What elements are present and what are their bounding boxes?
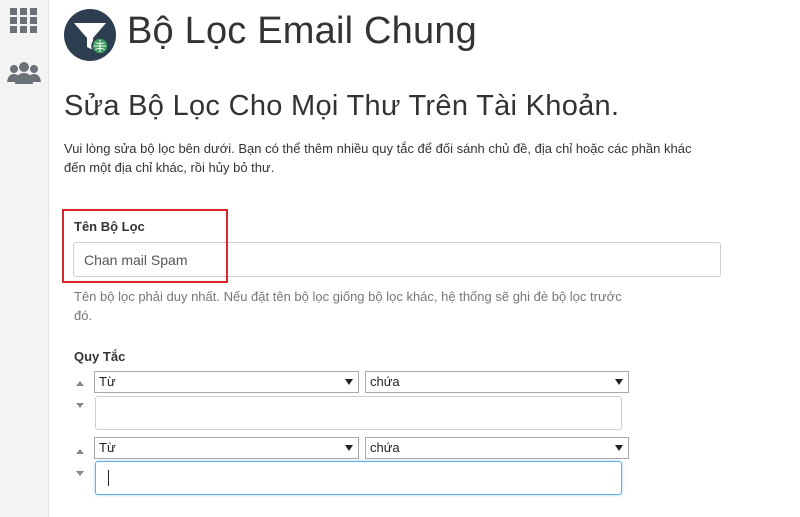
rule-value-input[interactable]	[95, 396, 622, 430]
help-line: đó.	[74, 308, 93, 323]
chevron-down-icon	[615, 445, 623, 451]
rule-reorder-handle[interactable]	[76, 375, 88, 415]
email-filter-icon	[63, 8, 117, 62]
description-line: Vui lòng sửa bộ lọc bên dưới. Bạn có thể…	[64, 141, 692, 156]
chevron-down-icon	[345, 379, 353, 385]
highlight-box	[62, 209, 228, 283]
rules-label: Quy Tắc	[74, 349, 126, 364]
rule-field-select[interactable]: Từ	[94, 437, 359, 459]
rule-field-value: Từ	[99, 374, 116, 389]
chevron-down-icon	[615, 379, 623, 385]
filter-name-help: Tên bộ lọc phải duy nhất. Nếu đặt tên bộ…	[74, 287, 734, 325]
text-cursor	[108, 470, 109, 486]
users-icon[interactable]	[6, 58, 42, 88]
rule-reorder-handle[interactable]	[76, 443, 88, 483]
arrow-down-icon[interactable]	[76, 403, 84, 408]
rule-operator-value: chứa	[370, 440, 400, 455]
sidebar	[0, 0, 49, 517]
header: Bộ Lọc Email Chung	[49, 0, 800, 70]
rule-field-select[interactable]: Từ	[94, 371, 359, 393]
main-content: Bộ Lọc Email Chung Sửa Bộ Lọc Cho Mọi Th…	[49, 0, 800, 517]
rule-field-value: Từ	[99, 440, 116, 455]
arrow-down-icon[interactable]	[76, 471, 84, 476]
description-line: đến một địa chỉ khác, rồi hủy bỏ thư.	[64, 160, 275, 175]
grid-icon[interactable]	[6, 6, 42, 36]
rule-operator-select[interactable]: chứa	[365, 437, 629, 459]
rule-operator-select[interactable]: chứa	[365, 371, 629, 393]
help-line: Tên bộ lọc phải duy nhất. Nếu đặt tên bộ…	[74, 289, 622, 304]
page-title: Bộ Lọc Email Chung	[127, 10, 478, 52]
arrow-up-icon[interactable]	[76, 381, 84, 386]
rule-operator-value: chứa	[370, 374, 400, 389]
section-heading: Sửa Bộ Lọc Cho Mọi Thư Trên Tài Khoản.	[64, 90, 620, 122]
rule-value-input-focused[interactable]	[95, 461, 622, 495]
chevron-down-icon	[345, 445, 353, 451]
description: Vui lòng sửa bộ lọc bên dưới. Bạn có thể…	[64, 139, 800, 177]
arrow-up-icon[interactable]	[76, 449, 84, 454]
